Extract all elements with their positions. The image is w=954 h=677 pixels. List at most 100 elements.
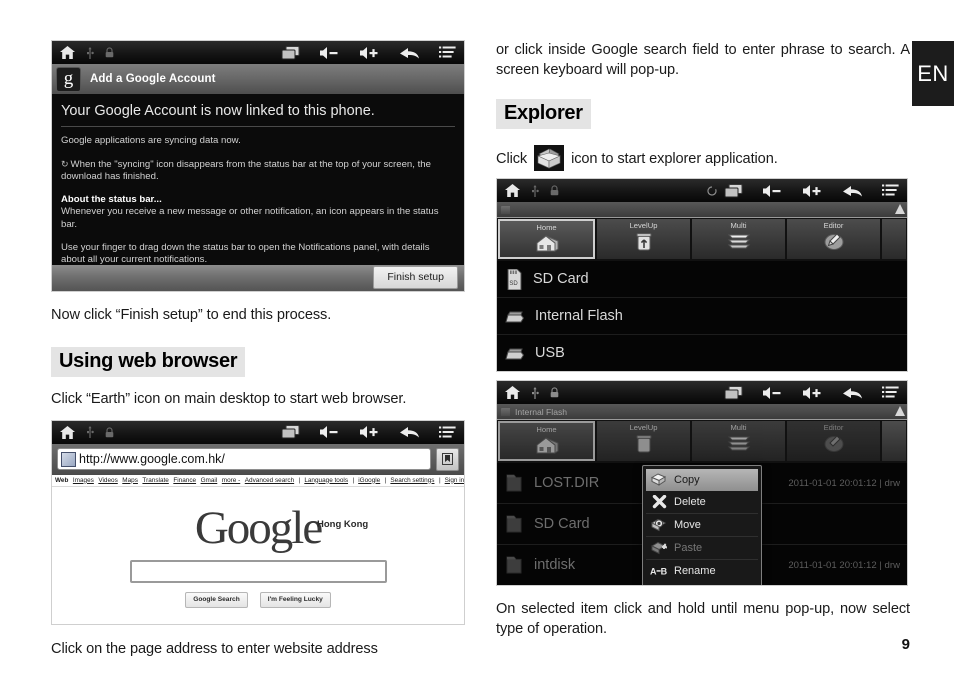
explorer-tab-levelup[interactable]: LevelUp	[597, 421, 690, 461]
back-icon[interactable]	[842, 386, 863, 400]
list-item[interactable]: Internal Flash	[497, 298, 907, 335]
table-cell-name: intdisk	[534, 557, 576, 573]
lock-icon	[105, 47, 114, 58]
link-separator: |	[298, 476, 301, 484]
explorer-tab-editor[interactable]: Editor	[787, 421, 880, 461]
link-igoogle[interactable]: iGoogle	[358, 477, 380, 484]
home-icon[interactable]	[505, 386, 520, 399]
google-search-button[interactable]: Google Search	[185, 591, 248, 608]
lock-icon	[550, 387, 559, 398]
volume-down-icon[interactable]	[762, 386, 783, 400]
link-more[interactable]: more -	[222, 477, 240, 484]
explorer-tab-label: LevelUp	[629, 423, 658, 432]
bookmark-button[interactable]	[436, 447, 459, 471]
link-gmail[interactable]: Gmail	[201, 477, 218, 484]
android-status-bar	[52, 420, 464, 444]
menu-icon[interactable]	[882, 184, 899, 197]
android-status-bar	[497, 179, 907, 202]
volume-up-icon[interactable]	[802, 386, 823, 400]
link-translate[interactable]: Translate	[142, 477, 168, 484]
home-icon[interactable]	[60, 425, 75, 439]
delete-icon	[650, 495, 668, 509]
explorer-breadcrumb[interactable]	[497, 202, 907, 217]
menu-icon[interactable]	[439, 426, 456, 439]
link-finance[interactable]: Finance	[173, 477, 196, 484]
android-status-bar	[497, 381, 907, 404]
link-maps[interactable]: Maps	[122, 477, 138, 484]
explorer-tab-multi[interactable]: Multi	[692, 421, 785, 461]
list-item[interactable]: SD SD Card	[497, 261, 907, 298]
explorer-tab-editor[interactable]: Editor	[787, 219, 880, 259]
back-icon[interactable]	[399, 425, 420, 439]
back-icon[interactable]	[399, 46, 420, 60]
url-input[interactable]: http://www.google.com.hk/	[57, 448, 431, 471]
volume-up-icon[interactable]	[802, 184, 823, 198]
scroll-up-caret-icon[interactable]	[895, 204, 905, 214]
context-menu-item-label: Delete	[674, 496, 706, 508]
volume-down-icon[interactable]	[319, 46, 340, 60]
google-account-footer: Finish setup	[52, 264, 464, 291]
scroll-up-caret-icon[interactable]	[895, 406, 905, 416]
explorer-tab-overflow[interactable]	[882, 219, 906, 259]
menu-icon[interactable]	[439, 46, 456, 59]
screenshot-explorer-root: Home LevelUp Multi Editor SD SD Card Int…	[496, 178, 908, 372]
context-menu-item-copy[interactable]: Copy	[646, 469, 758, 491]
usb-icon	[86, 46, 94, 59]
link-language-tools[interactable]: Language tools	[304, 477, 348, 484]
browser-url-bar: http://www.google.com.hk/	[52, 443, 464, 475]
usb-icon	[86, 426, 94, 439]
favicon-icon	[61, 451, 76, 467]
move-icon	[650, 518, 668, 532]
volume-down-icon[interactable]	[319, 425, 340, 439]
link-videos[interactable]: Videos	[98, 477, 117, 484]
explorer-tab-home[interactable]: Home	[498, 219, 595, 259]
google-account-body: Your Google Account is now linked to thi…	[52, 94, 464, 265]
explorer-tab-levelup[interactable]: LevelUp	[597, 219, 690, 259]
paste-icon	[650, 541, 668, 555]
folder-icon	[505, 473, 523, 493]
svg-text:SD: SD	[509, 281, 518, 287]
google-account-paragraph-3: About the status bar... Whenever you rec…	[61, 194, 455, 232]
context-menu-item-delete[interactable]: Delete	[646, 491, 758, 514]
house-icon	[534, 233, 560, 253]
copy-icon	[650, 473, 668, 487]
google-account-paragraph-2: ↻ When the "syncing" icon disappears from…	[61, 158, 455, 184]
explorer-breadcrumb[interactable]: Internal Flash	[497, 404, 907, 419]
volume-down-icon[interactable]	[762, 184, 783, 198]
screenshot-icon[interactable]	[281, 425, 300, 439]
link-sign-in[interactable]: Sign in	[445, 477, 464, 484]
link-search-settings[interactable]: Search settings	[390, 477, 434, 484]
screenshot-icon[interactable]	[724, 183, 743, 198]
context-menu-item-paste[interactable]: Paste	[646, 537, 758, 560]
link-advanced-search[interactable]: Advanced search	[245, 477, 294, 484]
para-click-explorer-icon: Click icon to start explorer application…	[496, 145, 910, 171]
google-account-paragraph-1: Google applications are syncing data now…	[61, 135, 241, 146]
para-click-and-hold: On selected item click and hold until me…	[496, 601, 910, 637]
google-search-input[interactable]	[129, 559, 387, 583]
editor-icon	[823, 433, 845, 453]
explorer-tab-home[interactable]: Home	[498, 421, 595, 461]
context-menu-item-move[interactable]: Move	[646, 514, 758, 537]
context-menu-item-rename[interactable]: AB Rename	[646, 560, 758, 582]
finish-setup-button[interactable]: Finish setup	[373, 266, 458, 290]
link-web[interactable]: Web	[55, 477, 68, 484]
feeling-lucky-button[interactable]: I'm Feeling Lucky	[259, 591, 331, 608]
lock-icon	[550, 185, 559, 196]
list-item[interactable]: USB	[497, 335, 907, 371]
explorer-tab-overflow[interactable]	[882, 421, 906, 461]
back-icon[interactable]	[842, 184, 863, 198]
screenshot-icon[interactable]	[281, 45, 300, 60]
home-icon[interactable]	[505, 184, 520, 197]
screenshot-icon[interactable]	[724, 385, 743, 400]
home-icon[interactable]	[60, 46, 75, 59]
context-menu-cancel-button[interactable]: Cancel	[646, 585, 758, 586]
table-cell-meta: 2011-01-01 20:01:12 | drw	[788, 477, 900, 489]
volume-up-icon[interactable]	[359, 425, 380, 439]
volume-up-icon[interactable]	[359, 46, 380, 60]
table-cell-meta: 2011-01-01 20:01:12 | drw	[788, 559, 900, 571]
explorer-app-icon	[534, 145, 565, 171]
explorer-tab-multi[interactable]: Multi	[692, 219, 785, 259]
android-status-bar	[52, 41, 464, 64]
menu-icon[interactable]	[882, 386, 899, 399]
link-images[interactable]: Images	[73, 477, 94, 484]
